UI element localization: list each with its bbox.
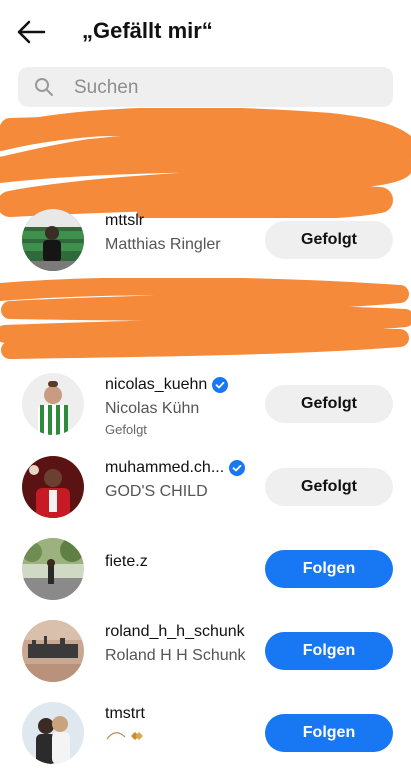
search-bar[interactable]: [18, 67, 393, 107]
list-item[interactable]: roland_h_h_schunk Roland H H Schunk Folg…: [0, 611, 411, 691]
follow-button[interactable]: Folgen: [265, 632, 393, 670]
back-arrow-icon[interactable]: [14, 18, 48, 46]
verified-badge-icon: [212, 377, 229, 393]
search-icon: [34, 77, 54, 97]
avatar: [22, 702, 84, 764]
full-name: Roland H H Schunk: [105, 647, 246, 664]
following-button[interactable]: Gefolgt: [265, 385, 393, 423]
full-name: Matthias Ringler: [105, 236, 221, 253]
follow-button[interactable]: Folgen: [265, 550, 393, 588]
list-item[interactable]: tmstrt Folgen: [0, 693, 411, 773]
follow-button[interactable]: Folgen: [265, 714, 393, 752]
search-input[interactable]: [72, 73, 376, 103]
following-button[interactable]: Gefolgt: [265, 221, 393, 259]
username: tmstrt: [105, 705, 145, 722]
list-item[interactable]: nicolas_kuehn Nicolas Kühn Gefolgt Gefol…: [0, 364, 411, 444]
avatar: [22, 620, 84, 682]
username: roland_h_h_schunk: [105, 623, 245, 640]
username-line: muhammed.ch...: [105, 459, 255, 477]
avatar: [22, 538, 84, 600]
full-name: GOD'S CHILD: [105, 483, 208, 500]
avatar: [22, 373, 84, 435]
username: fiete.z: [105, 553, 148, 570]
full-name-emoji-decoration: [105, 729, 255, 746]
list-item[interactable]: fiete.z Folgen: [0, 529, 411, 609]
decoration-icon: [106, 732, 143, 740]
username-line: nicolas_kuehn: [105, 376, 255, 394]
verified-badge-icon: [229, 460, 246, 476]
username: muhammed.ch...: [105, 459, 225, 476]
follow-status: Gefolgt: [105, 422, 147, 437]
avatar: [22, 209, 84, 271]
redaction-scribble: [0, 277, 411, 360]
full-name: Nicolas Kühn: [105, 400, 200, 417]
following-button[interactable]: Gefolgt: [265, 468, 393, 506]
username: mttslr: [105, 212, 145, 229]
list-item[interactable]: muhammed.ch... GOD'S CHILD Gefolgt: [0, 447, 411, 527]
top-bar: „Gefällt mir“: [0, 0, 411, 64]
avatar: [22, 456, 84, 518]
username: nicolas_kuehn: [105, 376, 208, 393]
list-item[interactable]: mttslr Matthias Ringler Gefolgt: [0, 200, 411, 280]
page-title: „Gefällt mir“: [82, 18, 213, 43]
